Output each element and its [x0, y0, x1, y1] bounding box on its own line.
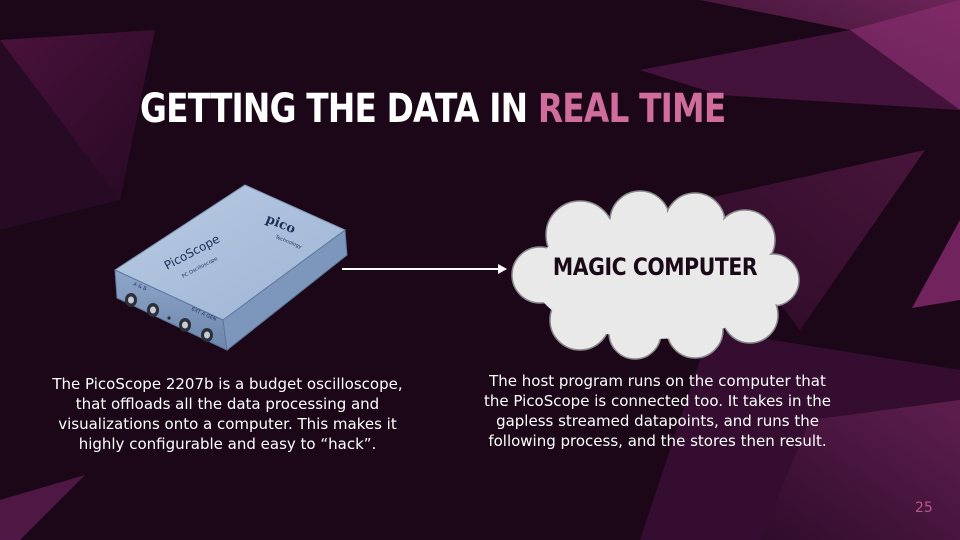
title-part-white: GETTING THE DATA IN	[140, 86, 538, 132]
bnc-connector-icon	[147, 303, 159, 317]
slide-title: GETTING THE DATA IN REAL TIME	[140, 82, 726, 136]
page-number: 25	[915, 500, 933, 516]
picoscope-device-image: pico Technology PicoScope PC Oscilloscop…	[113, 184, 348, 351]
bnc-connector-icon	[125, 293, 137, 307]
bnc-connector-icon	[179, 318, 191, 332]
arrow-right-icon	[342, 264, 507, 274]
bnc-connector-icon	[201, 328, 213, 342]
title-part-accent: REAL TIME	[537, 86, 726, 132]
cloud-label: MAGIC COMPUTER	[552, 253, 758, 281]
left-caption: The PicoScope 2207b is a budget oscillos…	[52, 375, 403, 453]
right-caption: The host program runs on the computer th…	[484, 372, 831, 450]
slide: GETTING THE DATA IN REAL TIME pico Techn…	[0, 0, 960, 540]
